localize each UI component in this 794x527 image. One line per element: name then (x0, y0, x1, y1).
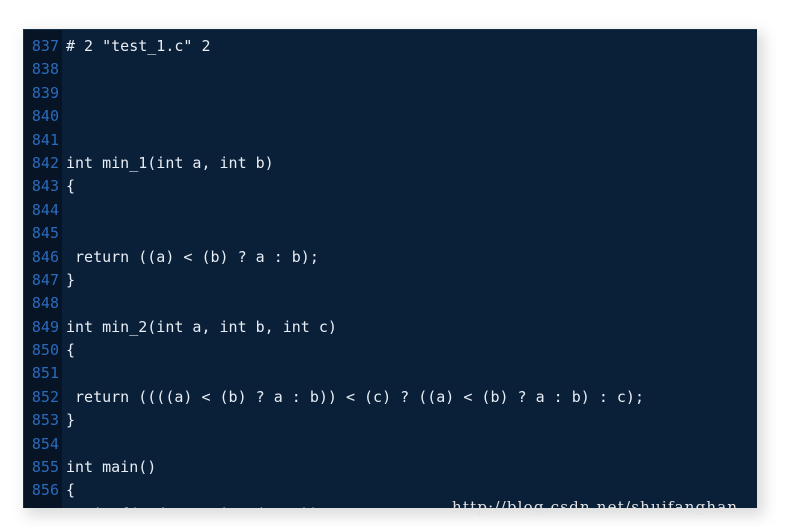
line-number: 846 (31, 247, 59, 266)
line-number: 847 (31, 270, 59, 289)
line-number: 838 (31, 60, 59, 79)
line-number: 845 (31, 224, 59, 243)
line-number: 851 (31, 364, 59, 383)
code-line-text: printf("%d\n", min_1(1, 2)); (66, 505, 328, 508)
code-line[interactable] (66, 222, 757, 245)
line-number-gutter: 837 838 839 840 841 842 843 844 845 846 847 848 849 8… (24, 30, 62, 508)
line-number: 837 (31, 37, 59, 55)
code-line[interactable]: int main() (66, 456, 757, 479)
code-line[interactable]: # 2 "test_1.c" 2 (66, 35, 757, 58)
line-number: 839 (31, 83, 59, 102)
code-line[interactable] (66, 433, 757, 456)
code-line[interactable]: int min_2(int a, int b, int c) (66, 316, 757, 339)
line-number: 855 (31, 458, 59, 477)
code-line-text: { (66, 341, 76, 360)
line-number: 852 (31, 387, 59, 406)
code-editor-window[interactable]: 837 838 839 840 841 842 843 844 845 846 847 848 849 8… (23, 29, 757, 508)
code-line[interactable] (66, 58, 757, 81)
code-line-text: int min_2(int a, int b, int c) (66, 317, 337, 336)
code-line-text: { (66, 481, 76, 500)
line-number: 840 (31, 107, 59, 126)
code-text-area[interactable]: # 2 "test_1.c" 2 int min_1(int a, int b) {… (62, 30, 757, 508)
line-number: 850 (31, 341, 59, 360)
code-line[interactable]: } (66, 409, 757, 432)
code-line[interactable] (66, 105, 757, 128)
line-number: 842 (31, 153, 59, 172)
code-line-text: int main() (66, 458, 157, 477)
code-line[interactable]: return ((a) < (b) ? a : b); (66, 246, 757, 269)
line-number: 848 (31, 294, 59, 313)
code-line[interactable] (66, 292, 757, 315)
code-line[interactable] (66, 82, 757, 105)
line-number: 854 (31, 434, 59, 453)
line-number: 841 (31, 130, 59, 149)
line-number: 843 (31, 177, 59, 196)
code-line[interactable]: { (66, 175, 757, 198)
line-number: 853 (31, 411, 59, 430)
line-number: 857 (24, 503, 62, 508)
code-line-text: } (66, 270, 76, 289)
screenshot-root: 837 838 839 840 841 842 843 844 845 846 847 848 849 8… (0, 0, 794, 527)
watermark-text: http://blog.csdn.net/shuifanghan (452, 498, 739, 516)
code-line-text: int min_1(int a, int b) (66, 153, 274, 172)
line-number: 856 (31, 481, 59, 500)
code-line-text: } (66, 411, 76, 430)
code-line[interactable]: { (66, 339, 757, 362)
code-line-text: # 2 "test_1.c" 2 (66, 37, 211, 55)
line-number: 849 (31, 317, 59, 336)
code-line[interactable] (66, 362, 757, 385)
code-line-text: return ((a) < (b) ? a : b); (66, 247, 319, 266)
line-number: 844 (31, 200, 59, 219)
code-line[interactable] (66, 129, 757, 152)
code-line[interactable] (66, 199, 757, 222)
code-line-text: { (66, 177, 76, 196)
code-line[interactable]: return ((((a) < (b) ? a : b)) < (c) ? ((… (66, 386, 757, 409)
code-line[interactable]: } (66, 269, 757, 292)
code-line-text: return ((((a) < (b) ? a : b)) < (c) ? ((… (66, 387, 644, 406)
code-line[interactable]: int min_1(int a, int b) (66, 152, 757, 175)
